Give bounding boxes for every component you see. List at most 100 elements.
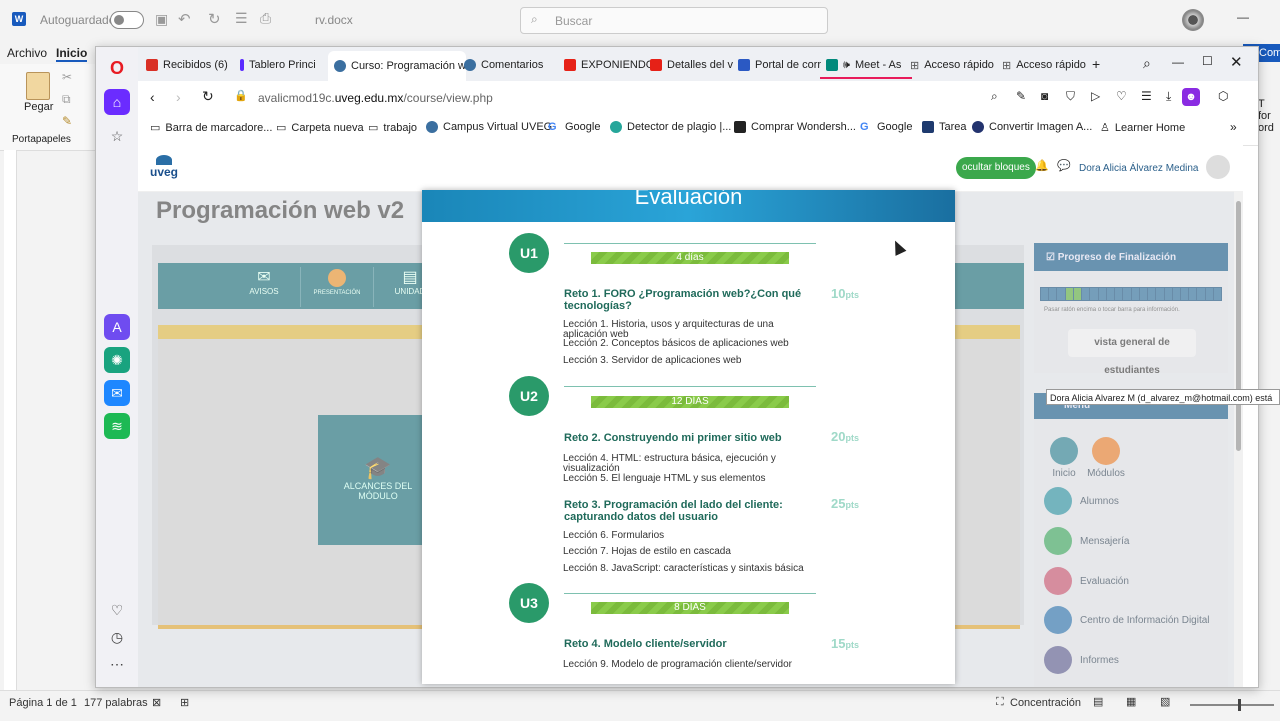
tab-label: Acceso rápido (924, 59, 994, 71)
reto-points: 20pts (831, 429, 859, 444)
heart-icon[interactable]: ♡ (1116, 89, 1127, 103)
autosave-toggle[interactable] (110, 11, 144, 29)
format-painter-icon[interactable]: ✎ (62, 114, 72, 128)
zoom-icon[interactable]: ⌕ (991, 89, 998, 104)
hide-blocks-button[interactable]: ocultar bloques (956, 157, 1036, 179)
status-words[interactable]: 177 palabras (84, 697, 148, 709)
unit-badge-u1: U1 (509, 233, 549, 273)
menu-lines-icon[interactable]: ☰ (1141, 89, 1152, 103)
paste-label[interactable]: Pegar (24, 101, 53, 113)
bookmark-item[interactable]: ♙ Learner Home (1100, 121, 1185, 135)
user-name[interactable]: Dora Alicia Álvarez Medina (1079, 163, 1199, 174)
history-icon[interactable]: ◷ (104, 624, 130, 650)
save-icon[interactable]: ▣ (155, 11, 168, 28)
tab-comentarios[interactable]: Comentarios (458, 53, 560, 77)
search-icon: ⌕ (531, 12, 538, 26)
chat-icon[interactable]: 💬 (1057, 159, 1071, 172)
tab-tablero[interactable]: Tablero Princi (234, 53, 336, 77)
bookmark-item[interactable]: ▭ trabajo (368, 121, 417, 135)
tab-portal[interactable]: Portal de corr (732, 53, 828, 77)
copy-icon[interactable]: ⧉ (62, 92, 71, 107)
shield-icon[interactable]: ⛉ (1066, 89, 1075, 104)
bookmark-item[interactable]: ▭ Barra de marcadore... (150, 121, 273, 135)
print-layout-icon[interactable]: ▦ (1126, 695, 1136, 708)
spotify-icon[interactable]: ≋ (104, 413, 130, 439)
more-icon[interactable]: ⋯ (104, 651, 130, 677)
bookmark-item[interactable]: Comprar Wondersh... (734, 121, 856, 133)
close-icon[interactable]: ✕ (1230, 53, 1243, 71)
bell-icon[interactable]: 🔔 (1035, 159, 1049, 172)
tab-exponiendo[interactable]: EXPONIENDO (558, 53, 654, 77)
undo-icon[interactable]: ↶ (178, 10, 191, 28)
more-bookmarks-icon[interactable]: » (1230, 120, 1237, 134)
page-scrollbar[interactable] (1234, 191, 1243, 687)
status-focus[interactable]: Concentración (1010, 697, 1081, 709)
new-tab-icon[interactable]: + (1092, 56, 1100, 72)
avatar[interactable] (1182, 9, 1204, 31)
maximize-icon[interactable]: ☐ (1202, 54, 1213, 68)
redo-icon[interactable]: ↻ (208, 10, 221, 28)
bookmark-item[interactable]: ▭ Carpeta nueva (276, 121, 364, 135)
status-page[interactable]: Página 1 de 1 (9, 697, 77, 709)
edit-icon[interactable]: ✎ (1016, 89, 1026, 103)
chatgpt-icon[interactable]: ✺ (104, 347, 130, 373)
user-tooltip: Dora Alicia Alvarez M (d_alvarez_m@hotma… (1046, 389, 1280, 405)
points-value: 15 (831, 636, 846, 651)
tab-search-icon[interactable]: ⌕ (1143, 55, 1151, 72)
profile-icon[interactable]: ☻ (1182, 88, 1200, 106)
folder-icon: ▭ (150, 122, 161, 134)
bookmark-item[interactable]: G Google (860, 121, 912, 133)
tab-meet[interactable]: 🕪 Meet - As (820, 53, 912, 79)
web-layout-icon[interactable]: ▧ (1160, 695, 1170, 708)
url-field[interactable]: avalicmod19c.uveg.edu.mx/course/view.php (258, 91, 493, 105)
uveg-logo[interactable]: uveg (150, 155, 178, 179)
user-avatar[interactable] (1206, 155, 1230, 179)
minimize-icon[interactable]: — (1172, 55, 1184, 69)
tab-recibidos[interactable]: Recibidos (6) (140, 53, 242, 77)
tab-archivo[interactable]: Archivo (7, 46, 47, 60)
extension-icon[interactable]: ⬡ (1218, 89, 1228, 103)
tab-curso[interactable]: Curso: Programación w (328, 51, 466, 81)
speaker-icon: 🕪 (843, 58, 850, 71)
reto-title: Reto 1. FORO ¿Programación web?¿Con qué … (564, 288, 802, 312)
read-mode-icon[interactable]: ▤ (1093, 695, 1103, 708)
play-icon[interactable]: ▷ (1091, 89, 1100, 103)
proofing-icon[interactable]: ⊠ (152, 696, 161, 709)
home-icon[interactable]: ⌂ (104, 89, 130, 115)
tab-acceso-rapido-1[interactable]: ⊞ Acceso rápido (904, 53, 1006, 77)
bookmark-item[interactable]: Campus Virtual UVEG (426, 121, 552, 133)
doc-name[interactable]: rv.docx (315, 13, 353, 27)
bookmark-item[interactable]: Convertir Imagen A... (972, 121, 1092, 133)
aria-icon[interactable]: A (104, 314, 130, 340)
cut-icon[interactable]: ✂ (62, 70, 72, 84)
bookmark-item[interactable]: G Google (548, 121, 600, 133)
tab-inicio[interactable]: Inicio (56, 46, 88, 62)
print-icon[interactable]: ⎙ (260, 10, 271, 27)
list-icon[interactable]: ☰ (235, 10, 248, 27)
zoom-slider[interactable] (1190, 699, 1274, 711)
opera-logo-icon[interactable]: O (104, 55, 130, 81)
heart-icon[interactable]: ♡ (104, 597, 130, 623)
bookmark-item[interactable]: Tarea (922, 121, 967, 133)
minimize-icon[interactable]: — (1237, 10, 1249, 24)
reload-icon[interactable]: ↻ (202, 88, 214, 105)
tab-acceso-rapido-2[interactable]: ⊞ Acceso rápido (996, 53, 1098, 77)
grid-icon: ⊞ (1002, 59, 1012, 72)
url-prefix: avalicmod19c. (258, 91, 335, 105)
bookmark-item[interactable]: Detector de plagio |... (610, 121, 731, 133)
unit-badge-u2: U2 (509, 376, 549, 416)
focus-icon[interactable]: ⛶ (996, 696, 1004, 709)
forward-icon[interactable]: › (176, 89, 181, 105)
paste-icon[interactable] (26, 72, 50, 100)
tab-strip: Recibidos (6) Tablero Princi Curso: Prog… (138, 47, 1258, 81)
camera-icon[interactable]: ◙ (1041, 89, 1048, 103)
bookmark-label: Barra de marcadore... (165, 121, 273, 134)
back-icon[interactable]: ‹ (150, 89, 155, 105)
accessibility-icon[interactable]: ⊞ (180, 696, 189, 709)
tab-detalles[interactable]: Detalles del v (644, 53, 742, 77)
word-search-box[interactable]: ⌕ Buscar (520, 7, 828, 34)
messenger-icon[interactable]: ✉ (104, 380, 130, 406)
clipboard-group-label: Portapapeles (12, 134, 71, 145)
download-icon[interactable]: ⤓ (1166, 89, 1171, 104)
pinboard-icon[interactable]: ☆ (104, 123, 130, 149)
